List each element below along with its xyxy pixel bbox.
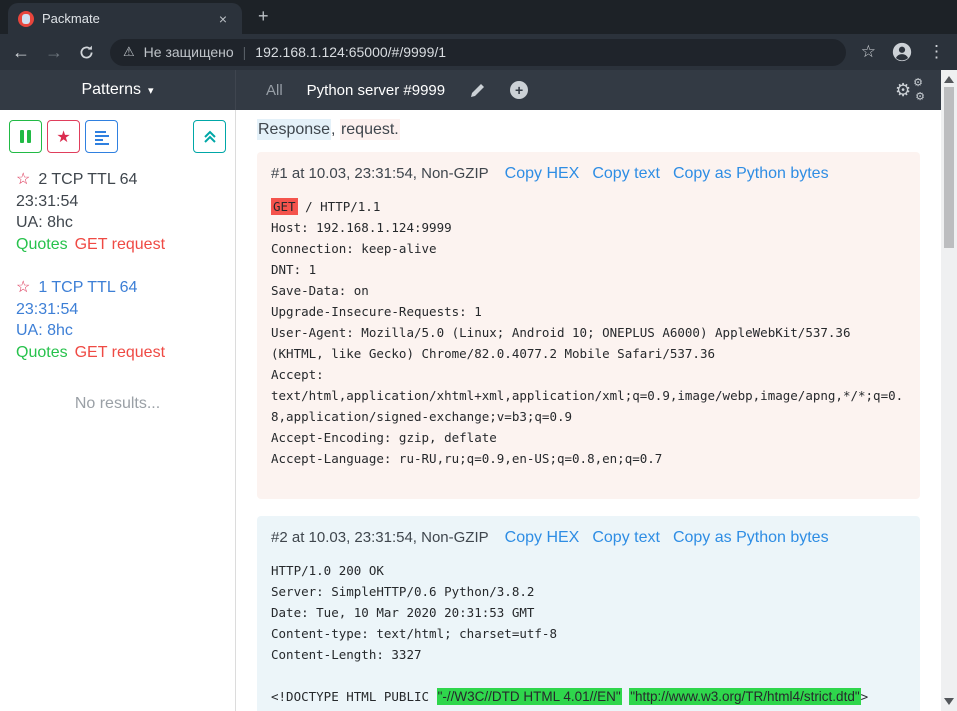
copy-python-bytes-link[interactable]: Copy as Python bytes <box>673 529 829 547</box>
tab-current-stream[interactable]: Python server #9999 <box>307 82 445 99</box>
packet-payload: GET / HTTP/1.1 Host: 192.168.1.124:9999 … <box>271 196 906 469</box>
screen: Packmate × + ← → ⚠ Не защищено | 192.168… <box>0 0 957 711</box>
copy-hex-link[interactable]: Copy HEX <box>505 529 580 547</box>
url-bar[interactable]: ⚠ Не защищено | 192.168.1.124:65000/#/99… <box>110 39 846 66</box>
page-scrollbar[interactable] <box>941 70 957 711</box>
copy-python-bytes-link[interactable]: Copy as Python bytes <box>673 165 829 183</box>
packet-payload: HTTP/1.0 200 OK Server: SimpleHTTP/0.6 P… <box>271 560 906 711</box>
packet-card-response: #2 at 10.03, 23:31:54, Non-GZIP Copy HEX… <box>257 516 920 711</box>
pause-icon <box>20 130 24 143</box>
double-chevron-up-icon <box>202 129 218 145</box>
packmate-app: Patterns ▾ All Python server #9999 + ⚙ ⚙… <box>0 70 941 711</box>
no-results-label: No results... <box>0 395 235 413</box>
stream-user-agent: UA: 8hc <box>16 320 219 342</box>
copy-hex-link[interactable]: Copy HEX <box>505 165 580 183</box>
bookmark-star-icon[interactable]: ☆ <box>861 42 876 62</box>
stream-title: 1 TCP TTL 64 <box>38 277 137 299</box>
browser-menu-icon[interactable]: ⋮ <box>928 42 945 62</box>
profile-avatar[interactable] <box>891 41 913 63</box>
packet-card-request: #1 at 10.03, 23:31:54, Non-GZIP Copy HEX… <box>257 152 920 499</box>
reload-icon[interactable] <box>78 44 95 61</box>
stream-list-item-selected[interactable]: ☆ 1 TCP TTL 64 23:31:54 UA: 8hc Quotes G… <box>0 271 235 369</box>
pattern-badge-quotes: Quotes <box>16 342 68 364</box>
tab-title: Packmate <box>42 11 206 26</box>
pattern-badge-get-request: GET request <box>75 342 165 364</box>
patterns-label: Patterns <box>81 81 141 99</box>
patterns-dropdown[interactable]: Patterns ▾ <box>0 70 236 110</box>
copy-text-link[interactable]: Copy text <box>592 165 660 183</box>
edit-pencil-icon[interactable] <box>469 82 486 99</box>
stream-list-item[interactable]: ☆ 2 TCP TTL 64 23:31:54 UA: 8hc Quotes G… <box>0 163 235 261</box>
security-label: Не защищено <box>144 44 234 60</box>
scroll-down-arrow-icon[interactable] <box>944 698 954 705</box>
filter-summary: Response, request. <box>257 121 941 139</box>
favorites-filter-button[interactable]: ★ <box>47 120 80 153</box>
favorite-star-icon[interactable]: ☆ <box>16 169 30 191</box>
back-icon[interactable]: ← <box>12 43 30 61</box>
list-filter-button[interactable] <box>85 120 118 153</box>
packet-title: #1 at 10.03, 23:31:54, Non-GZIP <box>271 165 489 182</box>
tab-all[interactable]: All <box>266 82 283 99</box>
favorite-star-icon[interactable]: ☆ <box>16 277 30 299</box>
stream-tabs: All Python server #9999 + <box>266 81 528 99</box>
sidebar-toolbar: ★ <box>0 120 235 153</box>
browser-tab-strip: Packmate × + <box>0 0 957 34</box>
pattern-badge-quotes: Quotes <box>16 234 68 256</box>
url-divider: | <box>243 44 247 60</box>
star-icon: ★ <box>56 127 70 147</box>
align-left-icon <box>93 128 111 146</box>
pause-button[interactable] <box>9 120 42 153</box>
scrollbar-thumb[interactable] <box>944 87 954 248</box>
packmate-favicon-icon <box>18 11 34 27</box>
app-header: Patterns ▾ All Python server #9999 + ⚙ ⚙… <box>0 70 941 110</box>
stream-title: 2 TCP TTL 64 <box>38 169 137 191</box>
browser-tab-packmate[interactable]: Packmate × <box>8 3 242 34</box>
settings-gears-icon[interactable]: ⚙ ⚙ ⚙ <box>895 78 925 102</box>
chevron-down-icon: ▾ <box>148 84 154 97</box>
stream-time: 23:31:54 <box>16 191 219 213</box>
pattern-badge-get-request: GET request <box>75 234 165 256</box>
scroll-up-arrow-icon[interactable] <box>944 76 954 83</box>
packet-title: #2 at 10.03, 23:31:54, Non-GZIP <box>271 529 489 546</box>
forward-icon[interactable]: → <box>45 43 63 61</box>
copy-text-link[interactable]: Copy text <box>592 529 660 547</box>
collapse-sidebar-button[interactable] <box>193 120 226 153</box>
url-text[interactable]: 192.168.1.124:65000/#/9999/1 <box>255 44 446 60</box>
tab-close-icon[interactable]: × <box>214 10 232 28</box>
new-tab-button[interactable]: + <box>258 6 269 27</box>
not-secure-warning-icon[interactable]: ⚠ <box>123 44 135 60</box>
add-tab-icon[interactable]: + <box>510 81 528 99</box>
stream-user-agent: UA: 8hc <box>16 212 219 234</box>
stream-time: 23:31:54 <box>16 299 219 321</box>
stream-sidebar: ★ <box>0 110 236 711</box>
packet-view: Response, request. #1 at 10.03, 23:31:54… <box>236 110 941 711</box>
browser-toolbar: ← → ⚠ Не защищено | 192.168.1.124:65000/… <box>0 34 957 70</box>
